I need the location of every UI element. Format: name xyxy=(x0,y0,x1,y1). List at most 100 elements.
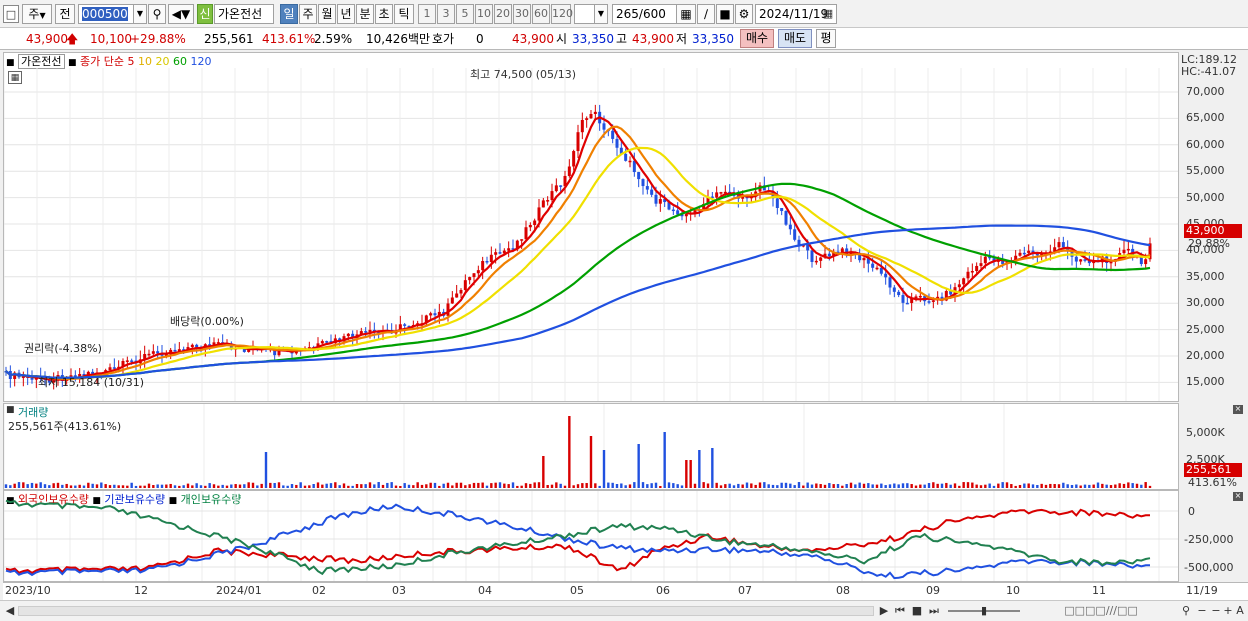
prev-button[interactable]: 전 xyxy=(55,4,75,24)
volume-bar xyxy=(806,482,809,488)
ma120-label[interactable]: 120 xyxy=(191,55,212,68)
ma-label[interactable]: 종가 단순 xyxy=(80,55,124,68)
stop-icon[interactable]: ■ xyxy=(910,602,924,620)
type-select[interactable]: 주▼ xyxy=(22,4,52,24)
volume-bar xyxy=(594,483,597,488)
chart-tool-button[interactable]: ∕ xyxy=(697,4,715,24)
volume-bar xyxy=(468,484,471,488)
stock-name-label[interactable]: 가온전선 xyxy=(18,54,65,69)
period-tick[interactable]: 틱 xyxy=(394,4,414,24)
interval-1[interactable]: 1 xyxy=(418,4,436,24)
interval-60[interactable]: 60 xyxy=(532,4,550,24)
volume-bar xyxy=(819,484,822,488)
code-dropdown-button[interactable]: ▼ xyxy=(133,4,147,24)
volume-bar xyxy=(962,482,965,488)
volume-bar xyxy=(971,482,974,488)
volume-chart[interactable] xyxy=(4,404,1178,489)
horizontal-scrollbar[interactable] xyxy=(18,606,874,616)
interval-3[interactable]: 3 xyxy=(437,4,455,24)
volume-bar xyxy=(74,485,77,488)
zoom-out-icon[interactable]: − xyxy=(1196,602,1208,620)
interval-120[interactable]: 120 xyxy=(551,4,573,24)
interval-30[interactable]: 30 xyxy=(513,4,531,24)
candle-type-button[interactable]: ▦ xyxy=(676,4,696,24)
minus-icon[interactable]: − xyxy=(1210,602,1222,620)
speaker-button[interactable]: ◀▼ xyxy=(168,4,194,24)
search-button[interactable]: ⚲ xyxy=(148,4,166,24)
zoom-handle-icon[interactable]: ▮ xyxy=(980,602,988,620)
volume-bar xyxy=(901,483,905,488)
sell-button[interactable]: 매도 xyxy=(778,29,812,48)
volume-bar xyxy=(507,484,510,488)
ma10-label[interactable]: 10 xyxy=(138,55,152,68)
ma5-label[interactable]: 5 xyxy=(128,55,135,68)
avg-button[interactable]: 평 xyxy=(816,29,836,48)
volume-bar xyxy=(290,484,294,488)
holding-chart[interactable] xyxy=(4,491,1178,581)
tool-icons[interactable]: □□□□∕∕∕□□ xyxy=(1026,602,1176,620)
period-minute[interactable]: 분 xyxy=(356,4,374,24)
volume-bar xyxy=(789,483,792,488)
volume-bar xyxy=(199,485,203,488)
close-icon[interactable]: × xyxy=(1233,492,1243,501)
ma20-label[interactable]: 20 xyxy=(156,55,170,68)
volume-bar xyxy=(351,485,354,488)
stock-name-field[interactable]: 가온전선 xyxy=(214,4,274,24)
scroll-left-icon[interactable]: ◀ xyxy=(4,602,16,620)
candle-body xyxy=(918,295,922,298)
volume-bar xyxy=(316,482,320,488)
volume-bar xyxy=(377,482,380,488)
candle-body xyxy=(546,200,550,202)
volume-bar xyxy=(641,482,645,488)
candle-body xyxy=(585,118,589,120)
window-icon[interactable]: □ xyxy=(3,5,19,23)
volume-bar xyxy=(1040,483,1043,488)
volume-bar xyxy=(815,483,818,488)
search-icon[interactable]: ⚲ xyxy=(1180,602,1192,620)
last-page-icon[interactable]: ⏭ xyxy=(927,602,941,620)
period-second[interactable]: 초 xyxy=(375,4,393,24)
close-icon[interactable]: × xyxy=(1233,405,1243,414)
ma60-label[interactable]: 60 xyxy=(173,55,187,68)
interval-10[interactable]: 10 xyxy=(475,4,493,24)
period-year[interactable]: 년 xyxy=(337,4,355,24)
volume-bar xyxy=(910,484,913,488)
font-size-icon[interactable]: A xyxy=(1234,602,1246,620)
volume-bar xyxy=(251,482,255,488)
calendar-icon[interactable]: ▦ xyxy=(821,5,835,23)
candle-body xyxy=(190,344,194,348)
volume-bar xyxy=(165,484,168,488)
period-month[interactable]: 월 xyxy=(318,4,336,24)
candle-body xyxy=(983,256,987,264)
scroll-right-icon[interactable]: ▶ xyxy=(878,602,890,620)
period-week[interactable]: 주 xyxy=(299,4,317,24)
save-button[interactable]: ■ xyxy=(716,4,734,24)
candle-body xyxy=(559,185,563,187)
interval-dropdown[interactable]: ▼ xyxy=(594,4,608,24)
volume-bar xyxy=(282,485,285,488)
candle-body xyxy=(1057,242,1061,248)
interval-20[interactable]: 20 xyxy=(494,4,512,24)
volume-bar xyxy=(78,484,81,488)
price-chart[interactable] xyxy=(4,68,1178,401)
buy-button[interactable]: 매수 xyxy=(740,29,774,48)
zoom-in-icon[interactable]: + xyxy=(1222,602,1234,620)
high-label: 고 xyxy=(616,32,628,46)
open-label: 시 xyxy=(556,32,568,46)
volume-bar xyxy=(836,484,840,488)
candle-body xyxy=(1126,248,1130,251)
candle-body xyxy=(580,119,584,133)
settings-button[interactable]: ⚙ xyxy=(735,4,753,24)
volume-bar xyxy=(945,482,948,488)
candle-body xyxy=(455,293,459,298)
volume-bar xyxy=(810,484,814,488)
volume-bar xyxy=(221,484,224,488)
data-count-input[interactable]: 265/600 xyxy=(612,4,678,24)
candle-body xyxy=(472,273,476,278)
first-page-icon[interactable]: ⏮ xyxy=(893,602,907,620)
current-price: 43,900 xyxy=(26,32,68,46)
volume-bar xyxy=(776,485,779,488)
volume-bar xyxy=(771,484,775,488)
interval-5[interactable]: 5 xyxy=(456,4,474,24)
period-day[interactable]: 일 xyxy=(280,4,298,24)
